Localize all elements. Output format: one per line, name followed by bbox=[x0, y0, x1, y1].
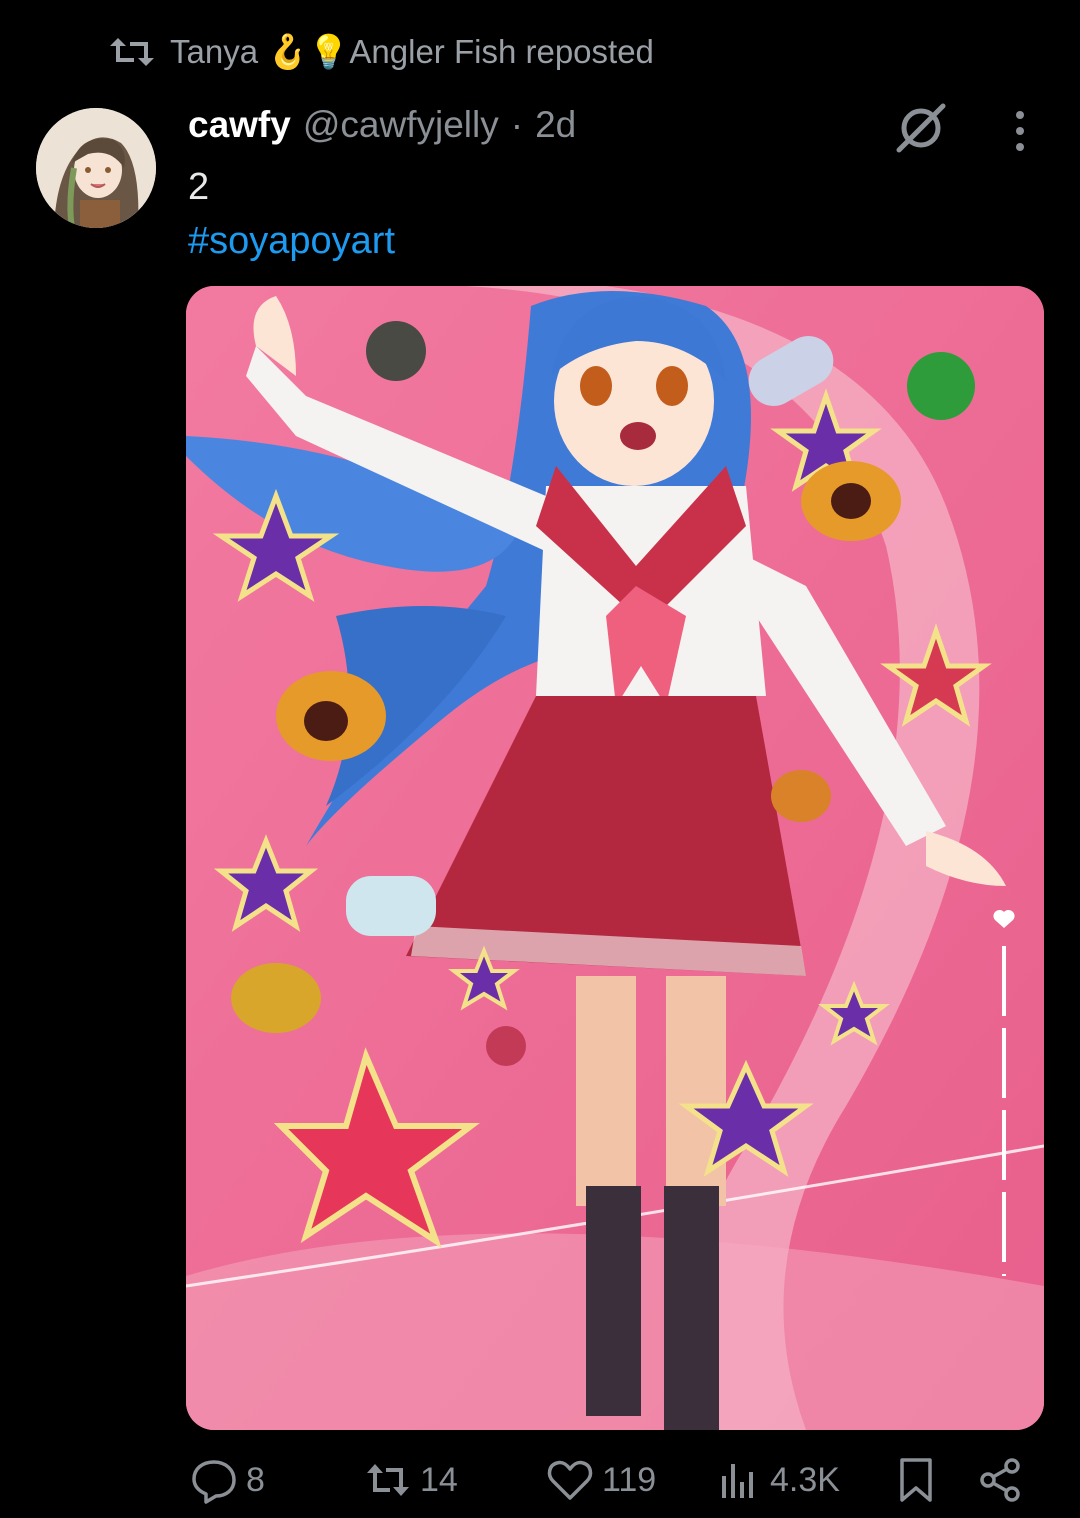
separator: · bbox=[510, 104, 524, 145]
share-button[interactable] bbox=[976, 1456, 1024, 1504]
bookmark-icon bbox=[900, 1458, 932, 1502]
views-button[interactable]: 4.3K bbox=[714, 1456, 840, 1504]
retweet-icon bbox=[367, 1464, 409, 1496]
bookmark-button[interactable] bbox=[892, 1456, 940, 1504]
user-handle[interactable]: @cawfyjelly bbox=[303, 104, 499, 146]
retweet-button[interactable]: 14 bbox=[364, 1456, 458, 1504]
tweet-media-image[interactable] bbox=[186, 286, 1044, 1430]
more-icon[interactable] bbox=[1000, 108, 1040, 154]
reply-icon bbox=[192, 1460, 236, 1504]
repost-label: Tanya 🪝💡Angler Fish reposted bbox=[170, 32, 654, 70]
avatar[interactable] bbox=[36, 108, 156, 228]
hashtag-link[interactable]: #soyapoyart bbox=[188, 220, 395, 263]
repost-context[interactable]: Tanya 🪝💡Angler Fish reposted bbox=[108, 26, 654, 78]
action-bar: 8 14 119 4.3K bbox=[0, 1456, 1080, 1516]
like-count: 119 bbox=[602, 1460, 657, 1499]
views-icon bbox=[722, 1464, 753, 1498]
retweet-count: 14 bbox=[420, 1460, 458, 1499]
views-count: 4.3K bbox=[770, 1460, 840, 1499]
tweet-header: cawfy @cawfyjelly · 2d bbox=[188, 104, 576, 146]
grok-icon[interactable] bbox=[893, 100, 949, 156]
tweet-text: 2 bbox=[188, 166, 210, 208]
timestamp[interactable]: 2d bbox=[535, 104, 576, 146]
like-button[interactable]: 119 bbox=[546, 1456, 656, 1504]
share-icon bbox=[980, 1458, 1020, 1502]
display-name[interactable]: cawfy bbox=[188, 104, 291, 146]
reply-button[interactable]: 8 bbox=[190, 1456, 265, 1504]
like-icon bbox=[547, 1460, 593, 1500]
reply-count: 8 bbox=[246, 1460, 265, 1499]
repost-icon bbox=[110, 38, 154, 66]
